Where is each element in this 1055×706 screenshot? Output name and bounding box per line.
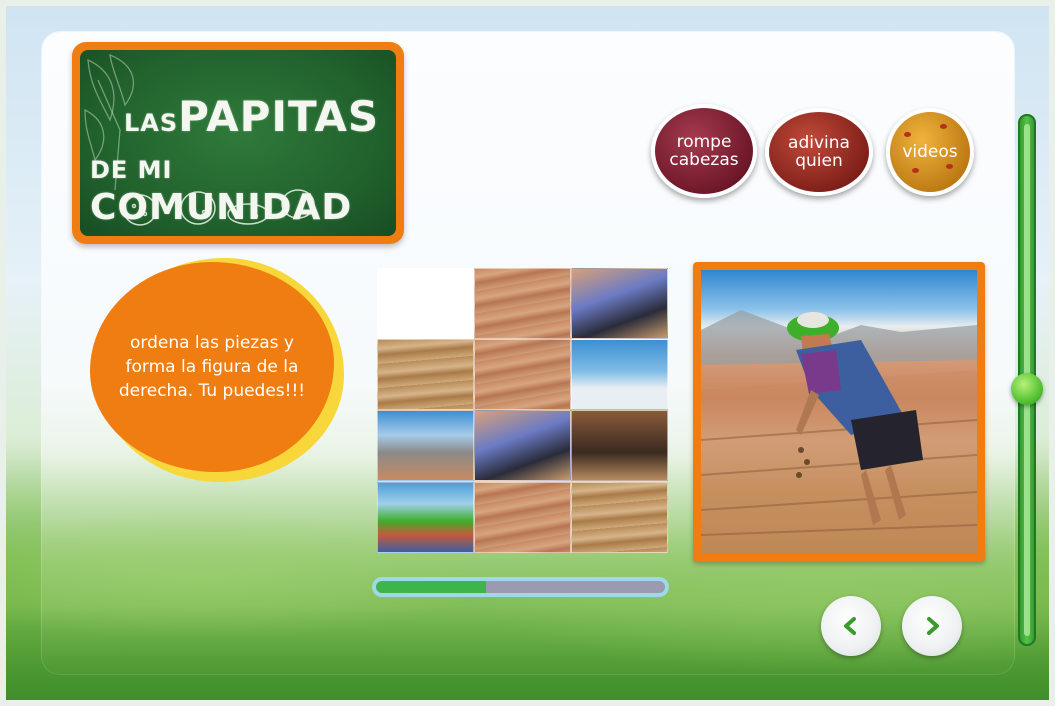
reference-image-frame xyxy=(693,262,985,562)
progress-track xyxy=(376,581,665,593)
guess-who-menu-label: adivina quien xyxy=(788,133,850,171)
videos-menu-label: videos xyxy=(902,142,958,162)
puzzle-tile[interactable] xyxy=(571,482,668,553)
puzzle-tile[interactable] xyxy=(571,268,668,339)
scrollbar-thumb[interactable] xyxy=(1011,373,1043,405)
previous-button[interactable] xyxy=(821,596,881,656)
puzzle-tile[interactable] xyxy=(571,339,668,410)
guess-who-menu-button[interactable]: adivina quien xyxy=(765,108,873,196)
progress-fill xyxy=(376,581,486,593)
logo-line-1: LASPAPITAS xyxy=(124,92,380,141)
puzzle-menu-label: rompe cabezas xyxy=(669,132,739,170)
puzzle-tile[interactable] xyxy=(377,482,474,553)
app-logo: LASPAPITAS DE MI COMUNIDAD xyxy=(72,42,404,244)
instructions-bubble: ordena las piezas y forma la figura de l… xyxy=(90,262,334,472)
puzzle-tile[interactable] xyxy=(377,339,474,410)
puzzle-tile[interactable] xyxy=(571,410,668,481)
videos-menu-button[interactable]: videos xyxy=(886,108,974,196)
next-button[interactable] xyxy=(902,596,962,656)
puzzle-tile[interactable] xyxy=(474,482,571,553)
puzzle-menu-button[interactable]: rompe cabezas xyxy=(651,104,757,198)
puzzle-progress-bar xyxy=(372,577,669,597)
puzzle-tile[interactable] xyxy=(377,410,474,481)
reference-image xyxy=(701,270,977,554)
puzzle-tile[interactable] xyxy=(474,268,571,339)
chevron-right-icon xyxy=(927,617,939,635)
puzzle-empty-slot[interactable] xyxy=(377,268,474,339)
instructions-text: ordena las piezas y forma la figura de l… xyxy=(118,333,306,401)
puzzle-tile[interactable] xyxy=(474,410,571,481)
potato-doodles-icon xyxy=(123,189,315,226)
puzzle-board xyxy=(377,268,668,553)
farmer-woman-illustration xyxy=(701,310,977,554)
chalkboard: LASPAPITAS DE MI COMUNIDAD xyxy=(80,50,396,236)
puzzle-tile[interactable] xyxy=(474,339,571,410)
chevron-left-icon xyxy=(844,617,856,635)
